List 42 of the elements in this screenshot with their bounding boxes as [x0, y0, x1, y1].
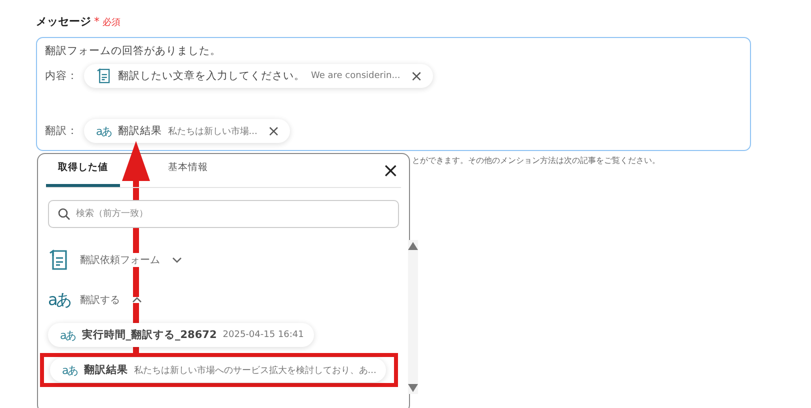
chip-label: 実行時間_翻訳する_28672: [82, 328, 217, 342]
translate-icon: aあ: [48, 290, 70, 310]
group-item[interactable]: aあ 翻訳する: [48, 280, 142, 320]
chip-label: 翻訳結果: [84, 363, 128, 377]
form-icon: [96, 68, 112, 84]
remove-icon[interactable]: ×: [267, 124, 280, 139]
form-icon: [48, 249, 70, 271]
line-prefix: 内容：: [45, 69, 78, 84]
required-text: 必須: [102, 16, 120, 29]
translate-icon: aあ: [96, 124, 112, 139]
group-label: 翻訳依頼フォーム: [80, 253, 160, 267]
variable-chip[interactable]: aあ 翻訳結果 私たちは新しい市場... ×: [84, 119, 290, 144]
scrollbar[interactable]: [408, 240, 418, 394]
message-text: 翻訳フォームの回答がありました。: [45, 44, 222, 59]
variable-chip[interactable]: aあ 実行時間_翻訳する_28672 2025-04-15 16:41: [48, 323, 314, 347]
remove-icon[interactable]: ×: [410, 68, 423, 84]
line-prefix: 翻訳：: [45, 124, 78, 138]
group-label: 翻訳する: [80, 293, 120, 307]
chip-value: We are considerin...: [311, 71, 400, 82]
chevron-icon[interactable]: [172, 257, 182, 263]
tab[interactable]: 取得した値: [46, 161, 120, 187]
message-input[interactable]: 翻訳フォームの回答がありました。 内容： 翻訳したい文章を入力してください。 We are considerin... × 翻訳： aあ 翻訳結果 私たちは新しい市場... ×: [36, 37, 751, 151]
search-icon: [58, 208, 70, 220]
chip-value: 私たちは新しい市場へのサービス拡大を検討しており、あ...: [134, 364, 376, 376]
variable-chip[interactable]: aあ 翻訳結果 私たちは新しい市場へのサービス拡大を検討しており、あ...: [50, 358, 386, 382]
chevron-icon[interactable]: [132, 297, 142, 303]
translate-icon: aあ: [60, 328, 76, 342]
required-mark: *: [94, 15, 100, 28]
variable-chip[interactable]: 翻訳したい文章を入力してください。 We are considerin... ×: [84, 64, 433, 88]
search-field[interactable]: 検索（前方一致）: [48, 200, 399, 228]
translate-icon: aあ: [62, 362, 78, 378]
tab[interactable]: 基本情報: [156, 161, 220, 187]
chip-value: 2025-04-15 16:41: [222, 330, 304, 340]
group-item[interactable]: 翻訳依頼フォーム: [48, 240, 182, 280]
scroll-up-icon[interactable]: [408, 242, 418, 250]
chip-label: 翻訳結果: [118, 124, 162, 138]
hint-text: とができます。その他のメンション方法は次の記事をご覧ください。: [412, 155, 661, 166]
chip-value: 私たちは新しい市場...: [168, 126, 258, 138]
scroll-down-icon[interactable]: [408, 384, 418, 392]
chip-label: 翻訳したい文章を入力してください。: [118, 69, 305, 84]
close-icon[interactable]: ×: [382, 160, 399, 180]
field-label: メッセージ: [36, 14, 91, 29]
